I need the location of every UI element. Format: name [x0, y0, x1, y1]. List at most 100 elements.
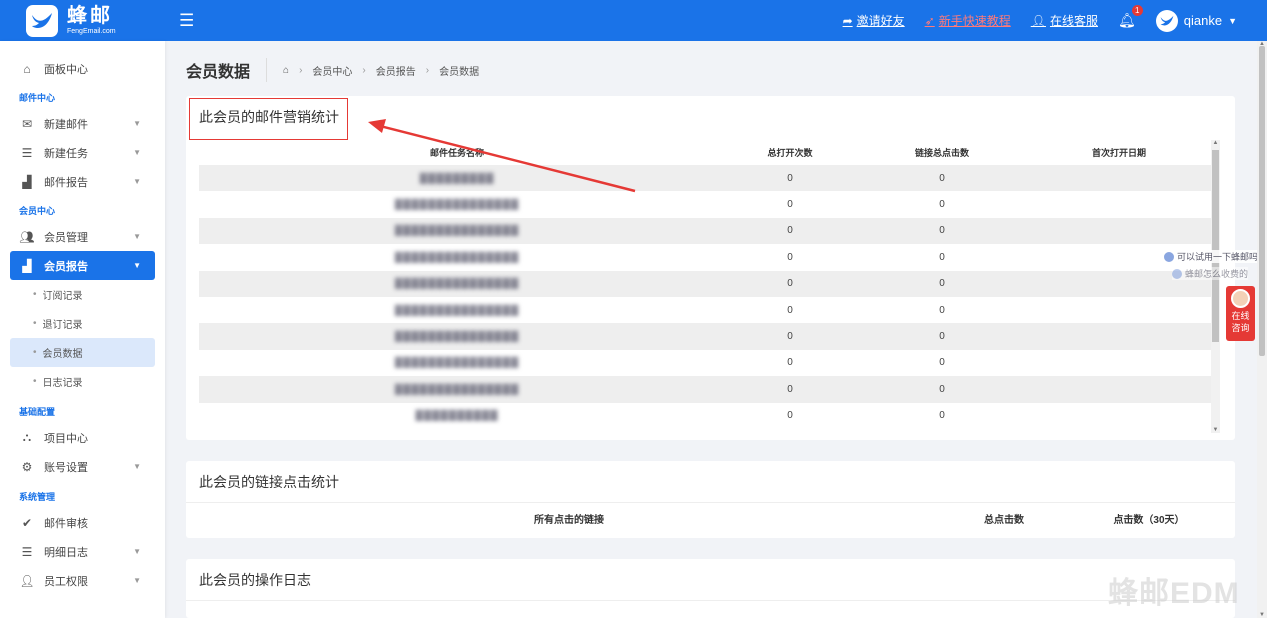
- top-bar: 蜂邮 FengEmail.com ☰ ➦ 邀请好友 ➶ 新手快速教程 👤︎ 在线…: [0, 0, 1267, 41]
- task-name-cell-text: ▓▓▓▓▓▓▓▓▓▓▓▓▓▓▓: [394, 383, 520, 395]
- sidebar-item-label: 邮件报告: [44, 176, 88, 189]
- column-header: 点击数（30天）: [1113, 514, 1185, 526]
- brand[interactable]: 蜂邮 FengEmail.com: [0, 0, 165, 41]
- sidebar-subitem-log-records[interactable]: • 日志记录: [0, 367, 165, 396]
- opens-cell: 0: [715, 278, 865, 289]
- online-consult-button[interactable]: 在线咨询: [1226, 286, 1255, 341]
- sidebar-subitem-unsubscribe-log[interactable]: • 退订记录: [0, 309, 165, 338]
- invite-link[interactable]: ➦ 邀请好友: [843, 12, 905, 29]
- breadcrumb-item[interactable]: 会员中心: [312, 63, 352, 78]
- mail-stats-table[interactable]: 邮件任务名称 总打开次数 链接总点击数 首次打开日期 ▓▓▓▓▓▓▓▓▓ 0 0 ▓▓…: [199, 140, 1219, 431]
- sidebar-item-label: 退订记录: [42, 320, 83, 331]
- opens-cell-text: 0: [787, 410, 793, 422]
- scroll-thumb[interactable]: [1259, 46, 1265, 356]
- chart-icon: ▟: [22, 174, 32, 189]
- page-scrollbar[interactable]: ▲ ▼: [1257, 41, 1267, 618]
- table-header: 所有点击的链接 总点击数 点击数（30天）: [186, 503, 1235, 533]
- quick-question-2[interactable]: 蜂邮怎么收费的: [1172, 267, 1249, 280]
- chevron-down-icon: ▼: [133, 232, 141, 241]
- gears-icon: ⚙: [21, 459, 33, 474]
- table-row: ▓▓▓▓▓▓▓▓▓▓▓▓▓▓▓ 0 0: [199, 244, 1219, 270]
- breadcrumb-item[interactable]: 会员报告: [376, 63, 416, 78]
- task-name-cell-text: ▓▓▓▓▓▓▓▓▓▓▓▓▓▓▓: [394, 331, 520, 343]
- support-label: 在线客服: [1049, 14, 1098, 28]
- home-icon[interactable]: ⌂: [283, 65, 289, 76]
- task-name-cell: ▓▓▓▓▓▓▓▓▓: [199, 173, 715, 184]
- user-lock-icon: 👤︎: [19, 573, 35, 588]
- clicks-cell-text: 0: [939, 410, 945, 422]
- brand-domain: FengEmail.com: [67, 28, 116, 35]
- sidebar-item-new-task[interactable]: ☰ 新建任务 ▼: [0, 138, 165, 167]
- chevron-down-icon: ▼: [133, 547, 141, 556]
- opens-cell: 0: [715, 225, 865, 236]
- list-icon: ☰: [21, 544, 33, 559]
- sidebar-subitem-subscribe-log[interactable]: • 订阅记录: [0, 280, 165, 309]
- sidebar-item-label: 订阅记录: [42, 291, 83, 302]
- table-row: ▓▓▓▓▓▓▓▓▓▓▓▓▓▓▓ 0 0: [199, 297, 1219, 323]
- user-menu[interactable]: qianke ▼: [1155, 9, 1237, 32]
- quick-question-1[interactable]: 可以试用一下蜂邮吗: [1164, 250, 1259, 263]
- mail-marketing-stats-card: 此会员的邮件营销统计 邮件任务名称 总打开次数 链接总点击数 首次打开日期 ▓▓…: [186, 96, 1235, 440]
- scroll-thumb[interactable]: [1212, 150, 1219, 342]
- sidebar-item-dashboard[interactable]: ⌂ 面板中心: [0, 54, 165, 83]
- sidebar-item-staff-permissions[interactable]: 👤︎ 员工权限 ▼: [0, 566, 165, 595]
- chevron-down-icon: ▼: [133, 119, 141, 128]
- column-header: 总打开次数: [767, 148, 813, 158]
- scroll-down-icon[interactable]: ▼: [1211, 427, 1220, 433]
- clicks-cell-text: 0: [939, 357, 945, 369]
- clicks-cell: 0: [865, 384, 1019, 395]
- opens-cell-text: 0: [787, 199, 793, 211]
- table-row: ▓▓▓▓▓▓▓▓▓ 0 0: [199, 165, 1219, 192]
- task-name-cell: ▓▓▓▓▓▓▓▓▓▓▓▓▓▓▓: [199, 225, 715, 236]
- sidebar-item-label: 明细日志: [44, 546, 88, 559]
- tutorial-link[interactable]: ➶ 新手快速教程: [925, 12, 1011, 29]
- sidebar-item-new-mail[interactable]: ✉ 新建邮件 ▼: [0, 109, 165, 138]
- sidebar-subitem-member-data[interactable]: • 会员数据: [10, 338, 155, 367]
- opens-cell-text: 0: [787, 172, 793, 184]
- watermark: 蜂邮EDM: [1108, 577, 1240, 610]
- user-icon: 👤︎: [1030, 13, 1046, 28]
- bell-icon[interactable]: 🔔︎ 1: [1118, 5, 1143, 29]
- task-name-cell: ▓▓▓▓▓▓▓▓▓▓▓▓▓▓▓: [199, 384, 715, 395]
- support-link[interactable]: 👤︎ 在线客服: [1031, 12, 1098, 29]
- sidebar-item-label: 项目中心: [44, 432, 88, 445]
- clicks-cell: 0: [865, 252, 1019, 263]
- opens-cell-text: 0: [787, 304, 793, 316]
- sidebar-item-mail-report[interactable]: ▟ 邮件报告 ▼: [0, 167, 165, 196]
- opens-cell: 0: [715, 384, 865, 395]
- breadcrumb: ⌂ › 会员中心 › 会员报告 › 会员数据: [283, 63, 480, 78]
- page-title: 会员数据: [186, 58, 268, 82]
- opens-cell-text: 0: [787, 331, 793, 343]
- clicks-cell-text: 0: [939, 251, 945, 263]
- task-name-cell: ▓▓▓▓▓▓▓▓▓▓: [199, 410, 715, 421]
- task-name-cell-text: ▓▓▓▓▓▓▓▓▓▓: [415, 410, 499, 422]
- sidebar-item-member-manage[interactable]: 👥︎ 会员管理 ▼: [0, 222, 165, 251]
- sidebar-item-label: 会员管理: [44, 231, 88, 244]
- chevron-down-icon: ▼: [133, 261, 141, 270]
- table-row: ▓▓▓▓▓▓▓▓▓▓▓▓▓▓▓ 0 0: [199, 323, 1219, 350]
- column-header: 总点击数: [984, 514, 1024, 526]
- clicks-cell: 0: [865, 331, 1019, 342]
- envelope-icon: ✉: [21, 116, 33, 131]
- sidebar-item-member-report[interactable]: ▟ 会员报告 ▼: [10, 251, 155, 280]
- task-name-cell-text: ▓▓▓▓▓▓▓▓▓▓▓▓▓▓▓: [394, 251, 520, 263]
- card-title: 此会员的操作日志: [186, 559, 1235, 601]
- scroll-down-icon[interactable]: ▼: [1257, 612, 1267, 618]
- task-name-cell: ▓▓▓▓▓▓▓▓▓▓▓▓▓▓▓: [199, 331, 715, 342]
- agent-avatar: [1231, 289, 1250, 308]
- check-icon: ✔: [21, 515, 33, 530]
- table-scrollbar[interactable]: ▲ ▼: [1211, 140, 1220, 433]
- chevron-down-icon: ▼: [133, 148, 141, 157]
- sidebar-item-mail-review[interactable]: ✔ 邮件审核: [0, 508, 165, 537]
- scroll-up-icon[interactable]: ▲: [1211, 140, 1220, 146]
- sidebar-item-project-center[interactable]: ⛬ 项目中心: [0, 423, 165, 452]
- task-name-cell: ▓▓▓▓▓▓▓▓▓▓▓▓▓▓▓: [199, 305, 715, 316]
- chevron-down-icon: ▼: [133, 177, 141, 186]
- sitemap-icon: ⛬: [22, 430, 32, 444]
- invite-label: 邀请好友: [856, 14, 905, 28]
- bars-icon[interactable]: ☰: [179, 11, 194, 31]
- section-base-config: 基础配置: [19, 407, 56, 417]
- sidebar-item-account-settings[interactable]: ⚙ 账号设置 ▼: [0, 452, 165, 481]
- sidebar-item-label: 员工权限: [44, 575, 88, 588]
- sidebar-item-detail-log[interactable]: ☰ 明细日志 ▼: [0, 537, 165, 566]
